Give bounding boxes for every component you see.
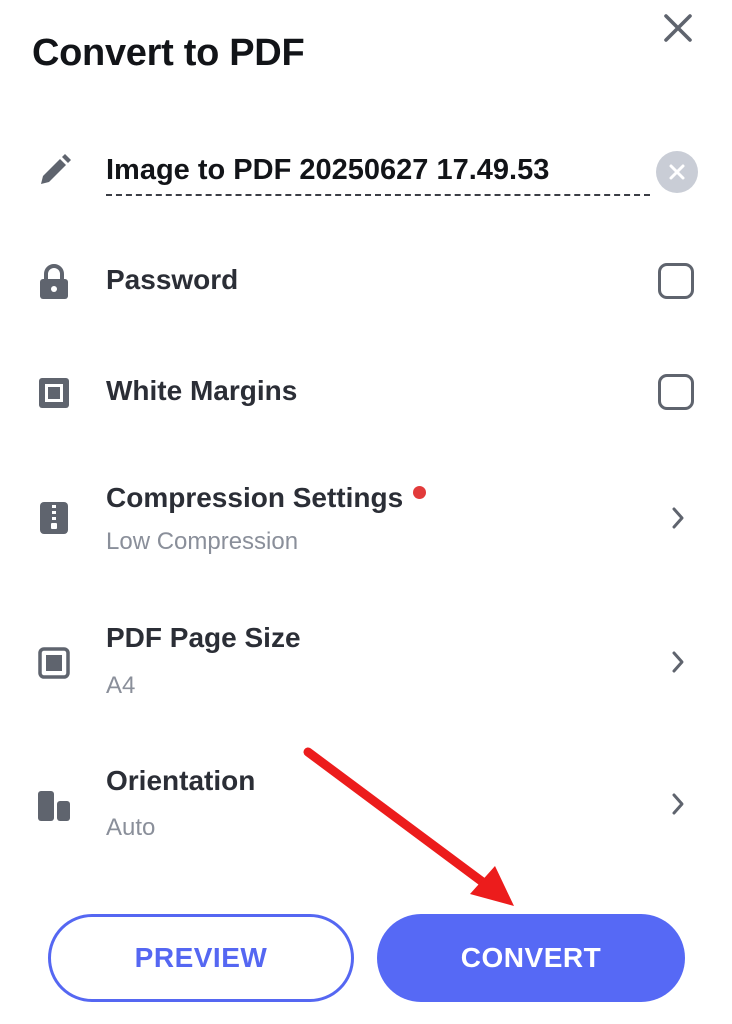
- white-margins-label: White Margins: [106, 375, 298, 406]
- dialog-title: Convert to PDF: [32, 32, 305, 74]
- page-size-value: A4: [106, 672, 136, 699]
- preview-button[interactable]: PREVIEW: [48, 914, 354, 1002]
- lock-icon: [34, 262, 74, 302]
- clear-icon: [669, 164, 685, 180]
- close-button[interactable]: [656, 6, 700, 50]
- zip-file-icon: [34, 498, 74, 538]
- page-size-label: PDF Page Size: [106, 622, 301, 653]
- compression-label-wrap: Compression Settings: [106, 482, 427, 514]
- password-checkbox[interactable]: [658, 263, 694, 299]
- compression-value: Low Compression: [106, 528, 299, 555]
- orientation-value: Auto: [106, 814, 156, 841]
- notification-dot: [413, 486, 427, 499]
- pencil-icon: [34, 151, 74, 191]
- orientation-icon: [34, 786, 74, 826]
- clear-filename-button[interactable]: [656, 151, 698, 193]
- filename-input[interactable]: [106, 152, 650, 196]
- orientation-label: Orientation: [106, 765, 256, 796]
- convert-button[interactable]: CONVERT: [377, 914, 685, 1002]
- password-label: Password: [106, 264, 239, 295]
- white-margins-checkbox[interactable]: [658, 374, 694, 410]
- margins-icon: [34, 373, 74, 413]
- compression-label: Compression Settings: [106, 482, 404, 513]
- close-icon: [664, 14, 692, 42]
- chevron-right-icon: [666, 506, 690, 530]
- chevron-right-icon: [666, 792, 690, 816]
- chevron-right-icon: [666, 650, 690, 674]
- page-size-icon: [34, 643, 74, 683]
- convert-to-pdf-dialog: Convert to PDF Password: [0, 0, 732, 1024]
